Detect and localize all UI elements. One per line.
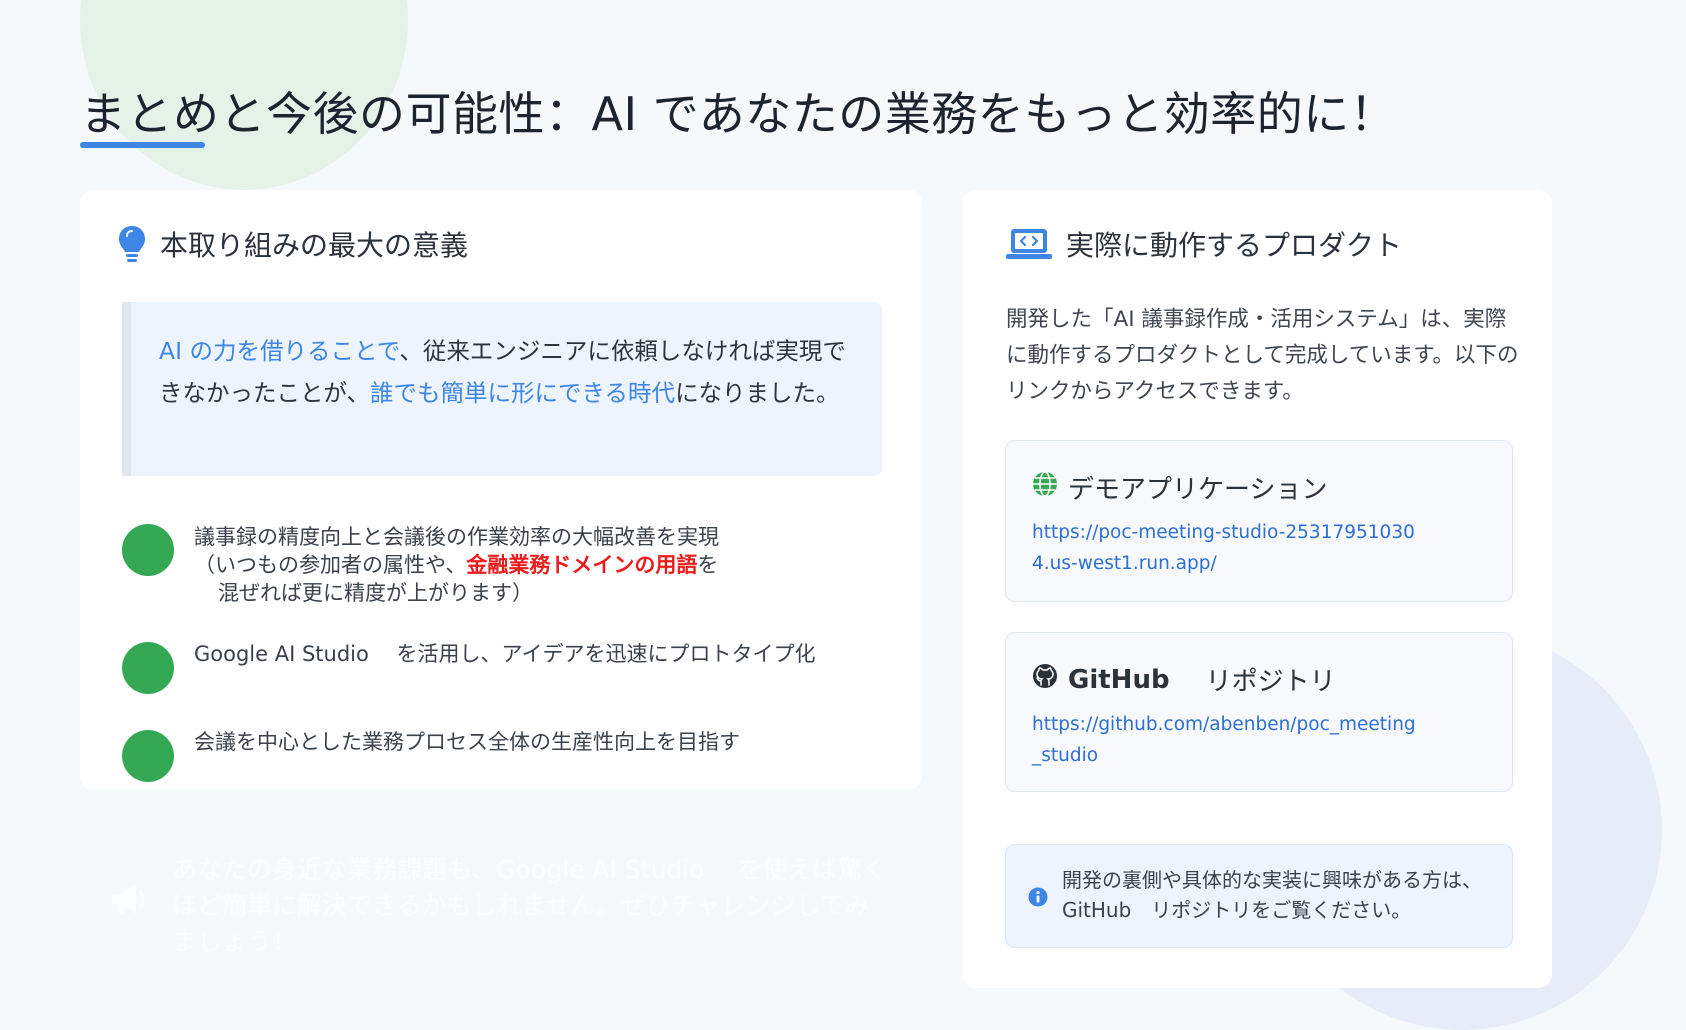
- bullet-item-3: 会議を中心とした業務プロセス全体の生産性向上を目指す: [122, 730, 740, 782]
- bullet-2-text: Google AI Studio を活用し、アイデアを迅速にプロトタイプ化: [194, 642, 816, 666]
- github-title: GitHub リポジトリ: [1032, 661, 1336, 698]
- quote-text-4: になりました。: [675, 379, 840, 407]
- bullet-1-line-2-end: を: [697, 553, 719, 577]
- bullet-item-1: 議事録の精度向上と会議後の作業効率の大幅改善を実現 （いつもの参加者の属性や、金…: [122, 524, 719, 607]
- demo-link-box: デモアプリケーション https://poc-meeting-studio-25…: [1005, 440, 1513, 602]
- info-line-1: 開発の裏側や具体的な実装に興味がある方は、: [1062, 868, 1482, 892]
- product-heading-text: 実際に動作するプロダクト: [1066, 229, 1403, 262]
- significance-heading-text: 本取り組みの最大の意義: [160, 229, 469, 262]
- github-title-rest: リポジトリ: [1179, 667, 1336, 697]
- product-intro: 開発した「AI 議事録作成・活用システム」は、実際に動作するプロダクトとして完成…: [1006, 307, 1519, 404]
- github-link-box: GitHub リポジトリ https://github.com/abenben/…: [1005, 632, 1513, 792]
- significance-quote: AI の力を借りることで、従来エンジニアに依頼しなければ実現できなかったことが、…: [122, 302, 882, 476]
- significance-heading: 本取り組みの最大の意義: [118, 224, 468, 264]
- demo-title-text: デモアプリケーション: [1068, 475, 1328, 505]
- bullet-dot: [122, 730, 174, 782]
- bullet-1-red-highlight: 金融業務ドメインの用語: [466, 553, 698, 577]
- bullet-1-line-1: 議事録の精度向上と会議後の作業効率の大幅改善を実現: [194, 525, 719, 549]
- demo-title: デモアプリケーション: [1032, 469, 1327, 506]
- quote-highlight-2: 誰でも簡単に形にできる時代: [370, 379, 676, 407]
- quote-highlight-1: AI の力を借りることで: [159, 337, 400, 365]
- bullet-1-line-2: （いつもの参加者の属性や、: [194, 553, 467, 577]
- lightbulb-icon: [118, 224, 146, 264]
- megaphone-icon: [110, 882, 150, 960]
- bullet-dot: [122, 524, 174, 576]
- globe-icon: [1032, 471, 1058, 504]
- product-heading: 実際に動作するプロダクト: [1006, 224, 1402, 264]
- product-card: 実際に動作するプロダクト 開発した「AI 議事録作成・活用システム」は、実際に動…: [962, 190, 1552, 988]
- bullet-item-2: Google AI Studio を活用し、アイデアを迅速にプロトタイプ化: [122, 642, 815, 694]
- github-icon: [1032, 663, 1058, 696]
- faint-callout-text: あなたの身近な業務課題も、Google AI Studio を使えば驚くほど簡単…: [172, 855, 888, 956]
- bullet-dot: [122, 642, 174, 694]
- github-url-link[interactable]: https://github.com/abenben/poc_meeting_s…: [1032, 709, 1422, 771]
- title-underline: [80, 142, 205, 148]
- github-title-bold: GitHub: [1068, 664, 1170, 695]
- info-note: 開発の裏側や具体的な実装に興味がある方は、 GitHub リポジトリをご覧くださ…: [1005, 844, 1513, 948]
- bullet-3-text: 会議を中心とした業務プロセス全体の生産性向上を目指す: [194, 730, 740, 754]
- page-title: まとめと今後の可能性：AI であなたの業務をもっと効率的に！: [80, 87, 1397, 141]
- faint-callout: あなたの身近な業務課題も、Google AI Studio を使えば驚くほど簡単…: [110, 852, 892, 960]
- bullet-1-line-3: 混ぜれば更に精度が上がります）: [218, 581, 533, 605]
- laptop-code-icon: [1006, 227, 1052, 261]
- significance-card: 本取り組みの最大の意義 AI の力を借りることで、従来エンジニアに依頼しなければ…: [80, 190, 922, 790]
- info-icon: [1028, 887, 1048, 911]
- demo-url-link[interactable]: https://poc-meeting-studio-253179510304.…: [1032, 517, 1432, 579]
- info-line-2: GitHub リポジトリをご覧ください。: [1062, 898, 1412, 922]
